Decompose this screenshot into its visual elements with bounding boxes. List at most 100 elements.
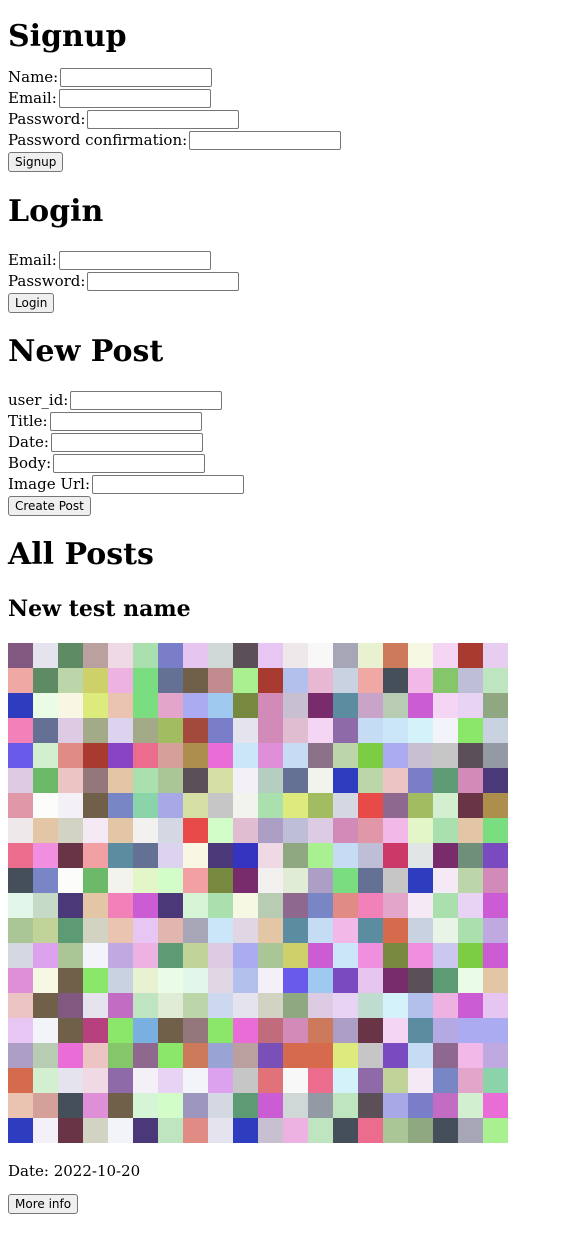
post-date-input[interactable]	[50, 433, 203, 452]
mosaic-tile	[233, 968, 258, 993]
mosaic-tile	[208, 1018, 233, 1043]
mosaic-tile	[8, 1018, 33, 1043]
signup-button[interactable]: Signup	[8, 152, 64, 172]
mosaic-tile	[133, 968, 158, 993]
mosaic-tile	[108, 1043, 133, 1068]
mosaic-tile	[283, 1118, 308, 1143]
mosaic-tile	[383, 968, 408, 993]
mosaic-tile	[433, 868, 458, 893]
mosaic-tile	[458, 668, 483, 693]
mosaic-tile	[133, 1118, 158, 1143]
mosaic-tile	[158, 668, 183, 693]
mosaic-tile	[83, 693, 108, 718]
mosaic-tile	[158, 1068, 183, 1093]
mosaic-tile	[58, 1093, 83, 1118]
mosaic-tile	[408, 818, 433, 843]
mosaic-tile	[208, 843, 233, 868]
mosaic-tile	[133, 1093, 158, 1118]
mosaic-tile	[433, 718, 458, 743]
mosaic-tile	[208, 668, 233, 693]
mosaic-tile	[383, 843, 408, 868]
mosaic-tile	[183, 918, 208, 943]
mosaic-tile	[358, 743, 383, 768]
mosaic-tile	[308, 643, 333, 668]
mosaic-tile	[333, 1118, 358, 1143]
mosaic-tile	[383, 818, 408, 843]
mosaic-tile	[308, 993, 333, 1018]
mosaic-tile	[208, 768, 233, 793]
post-title-input[interactable]	[49, 412, 202, 431]
mosaic-tile	[333, 968, 358, 993]
mosaic-tile	[408, 768, 433, 793]
mosaic-tile	[233, 1068, 258, 1093]
mosaic-tile	[233, 893, 258, 918]
signup-email-input[interactable]	[58, 89, 211, 108]
mosaic-tile	[483, 943, 508, 968]
mosaic-tile	[33, 868, 58, 893]
login-button-row: Login	[8, 292, 568, 314]
mosaic-tile	[408, 918, 433, 943]
mosaic-tile	[208, 893, 233, 918]
mosaic-tile	[8, 1118, 33, 1143]
mosaic-tile	[383, 668, 408, 693]
mosaic-tile	[308, 918, 333, 943]
post-body-input[interactable]	[53, 454, 206, 473]
mosaic-tile	[83, 843, 108, 868]
signup-password-input[interactable]	[87, 110, 240, 129]
mosaic-tile	[383, 868, 408, 893]
post-body-row: Body:	[8, 453, 568, 474]
mosaic-tile	[108, 968, 133, 993]
mosaic-tile	[283, 1093, 308, 1118]
signup-password-confirmation-input[interactable]	[189, 131, 342, 150]
mosaic-tile	[408, 993, 433, 1018]
mosaic-tile	[108, 943, 133, 968]
post-image-url-input[interactable]	[92, 475, 245, 494]
mosaic-tile	[83, 1018, 108, 1043]
mosaic-tile	[383, 893, 408, 918]
login-button[interactable]: Login	[8, 293, 55, 313]
mosaic-tile	[158, 943, 183, 968]
post-user-id-input[interactable]	[70, 391, 223, 410]
mosaic-tile	[8, 918, 33, 943]
mosaic-tile	[158, 818, 183, 843]
mosaic-tile	[8, 743, 33, 768]
mosaic-tile	[133, 793, 158, 818]
mosaic-tile	[158, 693, 183, 718]
login-password-input[interactable]	[87, 272, 240, 291]
mosaic-tile	[133, 768, 158, 793]
mosaic-tile	[433, 743, 458, 768]
mosaic-tile	[8, 718, 33, 743]
mosaic-tile	[233, 768, 258, 793]
login-email-input[interactable]	[58, 251, 211, 270]
mosaic-tile	[483, 1093, 508, 1118]
mosaic-tile	[58, 793, 83, 818]
mosaic-tile	[458, 643, 483, 668]
mosaic-tile	[433, 968, 458, 993]
signup-password-confirmation-label: Password confirmation:	[8, 131, 188, 149]
mosaic-tile	[358, 793, 383, 818]
all-posts-section: All Posts New test name Date: 2022-10-20…	[8, 517, 568, 1215]
mosaic-tile	[483, 918, 508, 943]
create-post-button[interactable]: Create Post	[8, 496, 91, 516]
mosaic-tile	[183, 1068, 208, 1093]
mosaic-tile	[8, 818, 33, 843]
signup-name-input[interactable]	[60, 68, 213, 87]
more-info-button[interactable]: More info	[8, 1194, 79, 1214]
mosaic-tile	[483, 993, 508, 1018]
mosaic-tile	[433, 643, 458, 668]
mosaic-tile	[358, 1118, 383, 1143]
mosaic-tile	[108, 768, 133, 793]
mosaic-tile	[58, 818, 83, 843]
mosaic-tile	[208, 993, 233, 1018]
mosaic-tile	[333, 718, 358, 743]
mosaic-tile	[8, 893, 33, 918]
create-post-button-row: Create Post	[8, 495, 568, 517]
mosaic-tile	[208, 968, 233, 993]
mosaic-tile	[83, 768, 108, 793]
mosaic-tile	[333, 693, 358, 718]
mosaic-tile	[133, 718, 158, 743]
mosaic-tile	[433, 993, 458, 1018]
mosaic-tile	[408, 843, 433, 868]
mosaic-tile	[133, 918, 158, 943]
mosaic-tile	[133, 818, 158, 843]
